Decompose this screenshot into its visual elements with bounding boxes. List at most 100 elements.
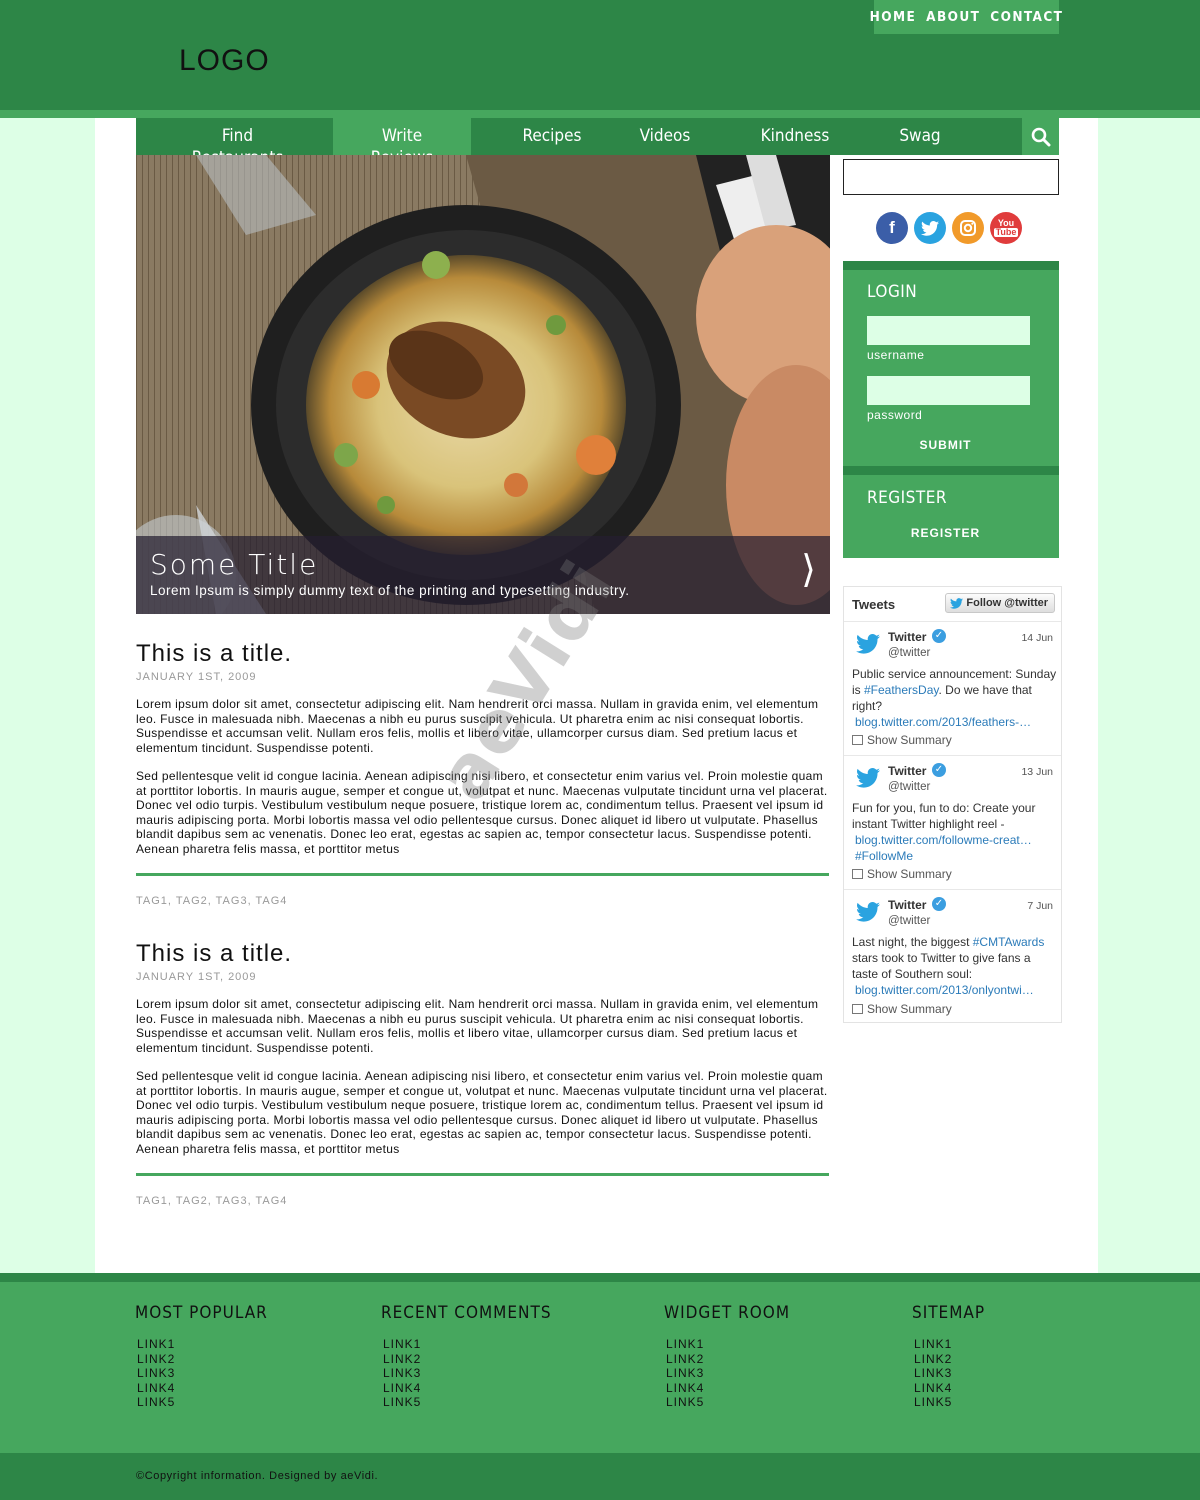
footer-divider [0, 1273, 1200, 1282]
footer-link[interactable]: LINK3 [137, 1366, 268, 1381]
tweet-handle[interactable]: @twitter [888, 647, 930, 659]
twitter-bird-icon [856, 768, 880, 788]
tweet-text: Public service announcement: Sunday is #… [852, 666, 1057, 730]
follow-label: Follow @twitter [966, 597, 1048, 609]
footer-column-widget-room: WIDGET ROOM LINK1 LINK2 LINK3 LINK4 LINK… [664, 1303, 790, 1410]
hero-caption: Some Title Lorem Ipsum is simply dummy t… [136, 536, 830, 614]
footer-heading: SITEMAP [912, 1303, 986, 1323]
instagram-icon[interactable] [952, 212, 984, 244]
footer-link[interactable]: LINK5 [914, 1395, 985, 1410]
next-arrow-icon[interactable]: ⟩ [801, 550, 816, 590]
twitter-icon[interactable] [914, 212, 946, 244]
submit-button[interactable]: SUBMIT [843, 438, 1048, 452]
password-field[interactable] [867, 376, 1030, 405]
tweet-item[interactable]: Twitter ✓ @twitter 7 Jun Last night, the… [844, 890, 1061, 1024]
footer-link[interactable]: LINK5 [383, 1395, 552, 1410]
footer-link[interactable]: LINK1 [666, 1337, 790, 1352]
tweet-author[interactable]: Twitter [888, 630, 926, 644]
footer-link[interactable]: LINK2 [666, 1352, 790, 1367]
footer-link[interactable]: LINK5 [137, 1395, 268, 1410]
username-label: username [867, 348, 925, 362]
nav-tab-recipes[interactable]: Recipes [502, 118, 602, 155]
footer-link[interactable]: LINK2 [383, 1352, 552, 1367]
summary-label: Show Summary [867, 867, 952, 881]
tweet-hashtag[interactable]: #FeathersDay [864, 683, 938, 697]
post-divider [136, 1173, 829, 1176]
footer-heading: WIDGET ROOM [664, 1303, 791, 1323]
copyright-text: ©Copyright information. Designed by aeVi… [136, 1470, 379, 1482]
youtube-icon[interactable]: You Tube [990, 212, 1022, 244]
nav-tab-videos[interactable]: Videos [625, 118, 705, 155]
follow-button[interactable]: Follow @twitter [945, 593, 1055, 613]
sidebar-search-input[interactable] [843, 159, 1059, 195]
footer-link[interactable]: LINK2 [137, 1352, 268, 1367]
tweet-date[interactable]: 7 Jun [1027, 900, 1053, 912]
post-title[interactable]: This is a title. [136, 940, 292, 968]
show-summary[interactable]: Show Summary [852, 1002, 952, 1016]
panel-divider [843, 261, 1059, 270]
post-tags[interactable]: TAG1, TAG2, TAG3, TAG4 [136, 895, 287, 907]
nav-tab-swag[interactable]: Swag [885, 118, 955, 155]
tweet-hashtag[interactable]: #FollowMe [855, 848, 1057, 864]
footer-link[interactable]: LINK3 [383, 1366, 552, 1381]
hero-slider[interactable]: Some Title Lorem Ipsum is simply dummy t… [136, 155, 830, 614]
footer-link[interactable]: LINK2 [914, 1352, 985, 1367]
tweet-link[interactable]: blog.twitter.com/2013/feathers-… [855, 714, 1057, 730]
footer-link[interactable]: LINK5 [666, 1395, 790, 1410]
facebook-icon[interactable]: f [876, 212, 908, 244]
tweet-text: Fun for you, fun to do: Create your inst… [852, 800, 1057, 864]
show-summary[interactable]: Show Summary [852, 867, 952, 881]
footer-column-most-popular: MOST POPULAR LINK1 LINK2 LINK3 LINK4 LIN… [135, 1303, 268, 1410]
username-field[interactable] [867, 316, 1030, 345]
top-nav-about[interactable]: ABOUT [926, 9, 980, 25]
nav-tab-kindness[interactable]: Kindness [745, 118, 845, 155]
tweet-handle[interactable]: @twitter [888, 915, 930, 927]
tweets-header: Tweets Follow @twitter [844, 587, 1061, 622]
post-date: JANUARY 1ST, 2009 [136, 671, 257, 683]
show-summary[interactable]: Show Summary [852, 733, 952, 747]
twitter-bird-icon [856, 902, 880, 922]
nav-tab-label: Find [221, 126, 254, 146]
tweet-date[interactable]: 13 Jun [1021, 766, 1053, 778]
footer-link[interactable]: LINK3 [914, 1366, 985, 1381]
summary-label: Show Summary [867, 733, 952, 747]
tweet-handle[interactable]: @twitter [888, 781, 930, 793]
tweet-item[interactable]: Twitter ✓ @twitter 14 Jun Public service… [844, 622, 1061, 756]
tweet-hashtag[interactable]: #CMTAwards [973, 935, 1045, 949]
footer-column-recent-comments: RECENT COMMENTS LINK1 LINK2 LINK3 LINK4 … [381, 1303, 552, 1410]
tweet-link[interactable]: blog.twitter.com/followme-creat… [855, 832, 1057, 848]
footer-link[interactable]: LINK4 [137, 1381, 268, 1396]
top-nav-home[interactable]: HOME [870, 9, 916, 25]
register-heading: REGISTER [867, 488, 947, 508]
tweet-author[interactable]: Twitter [888, 898, 926, 912]
footer-link[interactable]: LINK3 [666, 1366, 790, 1381]
post-title[interactable]: This is a title. [136, 640, 292, 668]
footer-link[interactable]: LINK4 [666, 1381, 790, 1396]
footer-link[interactable]: LINK4 [383, 1381, 552, 1396]
verified-icon: ✓ [932, 763, 946, 777]
search-button[interactable] [1022, 118, 1059, 155]
tweet-item[interactable]: Twitter ✓ @twitter 13 Jun Fun for you, f… [844, 756, 1061, 890]
login-heading: LOGIN [867, 282, 918, 302]
footer-link[interactable]: LINK1 [914, 1337, 985, 1352]
top-nav-contact[interactable]: CONTACT [990, 9, 1063, 25]
footer-link[interactable]: LINK1 [383, 1337, 552, 1352]
post-divider [136, 873, 829, 876]
footer-link[interactable]: LINK1 [137, 1337, 268, 1352]
post-tags[interactable]: TAG1, TAG2, TAG3, TAG4 [136, 1195, 287, 1207]
footer-heading: RECENT COMMENTS [381, 1303, 552, 1323]
post-paragraph: Lorem ipsum dolor sit amet, consectetur … [136, 997, 819, 1055]
top-nav: HOME ABOUT CONTACT [870, 0, 1062, 34]
twitter-timeline-widget: Tweets Follow @twitter Twitter ✓ @twitte… [843, 586, 1062, 1023]
tweet-date[interactable]: 14 Jun [1021, 632, 1053, 644]
site-logo[interactable]: LOGO [179, 44, 270, 78]
panel-divider [843, 466, 1059, 475]
register-button[interactable]: REGISTER [843, 526, 1048, 540]
footer-link[interactable]: LINK4 [914, 1381, 985, 1396]
nav-tab-label: Write [381, 126, 423, 146]
tweet-text-part: stars took to Twitter to give fans a tas… [852, 951, 1031, 981]
tweet-link[interactable]: blog.twitter.com/2013/onlyontwi… [855, 982, 1057, 998]
summary-icon [852, 735, 863, 745]
tweet-author[interactable]: Twitter [888, 764, 926, 778]
summary-icon [852, 1004, 863, 1014]
